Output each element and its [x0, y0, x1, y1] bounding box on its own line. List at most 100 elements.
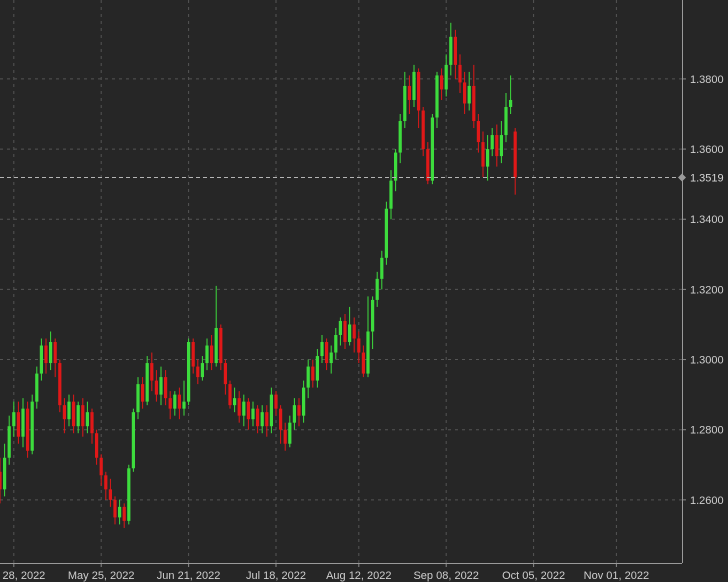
candle-up [136, 377, 140, 420]
candle-up [490, 128, 494, 157]
candle-body [421, 110, 425, 150]
candle-down [168, 391, 172, 420]
candle-up [334, 327, 338, 360]
candle-body [265, 412, 269, 427]
candle-up [394, 149, 398, 192]
candle-body [486, 149, 490, 167]
candle-body [343, 320, 347, 343]
candle-up [159, 366, 163, 406]
candle-up [292, 398, 296, 430]
candle-body [274, 394, 278, 409]
candle-up [39, 338, 43, 381]
candle-up [430, 114, 434, 185]
candle-up [187, 338, 191, 406]
candle-body [384, 208, 388, 258]
candle-body [233, 398, 237, 406]
candle-body [430, 117, 434, 181]
candle-down [361, 345, 365, 378]
candle-body [352, 324, 356, 339]
candle-body [0, 471, 2, 490]
x-tick-label: Jul 18, 2022 [246, 570, 306, 582]
candle-up [49, 331, 53, 371]
candle-up [173, 391, 177, 416]
candle-body [463, 82, 467, 104]
candle-down [357, 331, 361, 364]
candle-down [196, 359, 200, 385]
candle-up [449, 22, 453, 76]
candle-up [7, 415, 11, 465]
candle-body [458, 64, 462, 83]
candle-body [164, 377, 168, 399]
candle-body [504, 106, 508, 136]
y-tick-label: 1.3000 [690, 355, 724, 367]
candle-down [343, 313, 347, 350]
candle-up [127, 464, 131, 525]
candle-down [265, 405, 269, 437]
candle-down [154, 370, 158, 402]
candle-up [329, 345, 333, 374]
candle-body [329, 352, 333, 364]
candle-down [421, 106, 425, 157]
candle-body [490, 135, 494, 150]
candle-down [122, 503, 126, 528]
x-tick-label: Oct 05, 2022 [502, 570, 565, 582]
candlestick-chart: 1.3519 1.2600 1.2800 1.3000 1.3200 1.3400 1.3… [0, 0, 728, 582]
candle-body [205, 345, 209, 364]
candle-body [173, 394, 177, 409]
grid-layer [0, 0, 682, 563]
candle-body [168, 398, 172, 409]
candle-body [72, 401, 76, 427]
candle-up [30, 394, 34, 455]
candle-down [177, 387, 181, 420]
candle-down [62, 398, 66, 434]
candle-up [398, 114, 402, 164]
candle-body [325, 342, 329, 364]
candle-body [62, 405, 66, 420]
candle-body [118, 506, 122, 518]
candle-up [214, 285, 218, 367]
candle-layer [0, 22, 517, 528]
candle-body [219, 327, 223, 364]
candle-down [99, 454, 103, 486]
candle-down [104, 471, 108, 500]
candle-down [16, 401, 20, 444]
candle-up [320, 334, 324, 364]
candle-body [256, 408, 260, 427]
candle-down [440, 68, 444, 100]
candle-up [306, 359, 310, 399]
candle-body [237, 398, 241, 416]
candle-body [12, 412, 16, 427]
y-tick-label: 1.3200 [690, 284, 724, 296]
candle-down [274, 391, 278, 416]
candle-up [21, 398, 25, 448]
candle-down [237, 391, 241, 423]
candle-body [357, 338, 361, 353]
candle-body [95, 433, 99, 458]
y-tick-label: 1.3800 [690, 74, 724, 86]
candle-body [49, 342, 53, 364]
x-tick-label: May 25, 2022 [68, 570, 135, 582]
candle-down [113, 496, 117, 525]
candle-body [297, 405, 301, 416]
candle-body [279, 408, 283, 430]
candle-body [495, 135, 499, 157]
candle-down [472, 64, 476, 129]
candle-up [67, 394, 71, 427]
candle-down [164, 370, 168, 406]
candle-down [481, 131, 485, 178]
candle-down [297, 398, 301, 427]
x-tick-label: Jun 21, 2022 [157, 570, 221, 582]
candle-up [269, 387, 273, 434]
candle-up [384, 201, 388, 265]
overlay-layer: 1.3519 [0, 172, 724, 184]
candle-up [486, 135, 490, 181]
candle-up [467, 71, 471, 111]
candle-body [453, 36, 457, 65]
candle-body [191, 342, 195, 367]
candle-body [30, 401, 34, 451]
candle-body [449, 36, 453, 65]
candle-body [472, 85, 476, 122]
candle-down [279, 405, 283, 444]
candle-body [269, 394, 273, 427]
candle-down [108, 478, 112, 507]
